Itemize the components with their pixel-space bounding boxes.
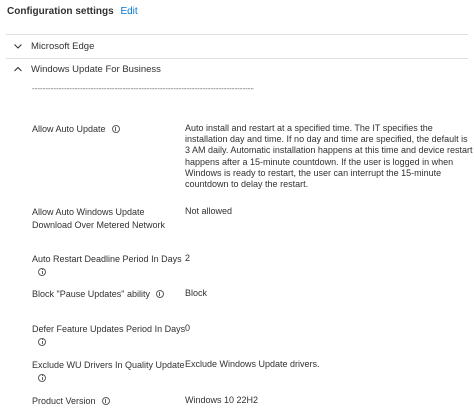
section-windows-update-for-business[interactable]: Windows Update For Business — [14, 64, 161, 75]
setting-value: Exclude Windows Update drivers. — [185, 359, 320, 369]
setting-value: Windows 10 22H2 — [185, 395, 259, 405]
setting-value: Auto install and restart at a specified … — [185, 123, 473, 190]
setting-value: 0 — [185, 323, 191, 333]
setting-value: Block — [185, 288, 208, 298]
page-title: Configuration settings — [7, 6, 114, 17]
setting-label: Product Version — [32, 395, 192, 408]
chevron-up-icon — [14, 66, 22, 73]
setting-label: Allow Auto Windows Update Download Over … — [32, 207, 166, 230]
divider — [6, 58, 468, 59]
section-label: Microsoft Edge — [31, 41, 95, 52]
setting-label: Block "Pause Updates" ability — [32, 288, 192, 301]
info-icon[interactable] — [111, 125, 120, 133]
configuration-settings-header: Configuration settings Edit — [7, 6, 138, 17]
setting-label: Defer Feature Updates Period In Days — [32, 323, 192, 348]
section-microsoft-edge[interactable]: Microsoft Edge — [14, 41, 94, 52]
setting-label: Allow Auto Update — [32, 123, 180, 136]
section-label: Windows Update For Business — [31, 64, 161, 75]
divider — [6, 34, 468, 35]
chevron-down-icon — [14, 43, 22, 50]
setting-label: Exclude WU Drivers In Quality Update — [32, 359, 192, 384]
info-icon[interactable] — [155, 290, 164, 298]
setting-value: Not allowed — [185, 206, 233, 216]
info-icon[interactable] — [38, 337, 46, 346]
dashed-separator: ----------------------------------------… — [32, 84, 254, 93]
edit-link[interactable]: Edit — [120, 6, 137, 17]
setting-label: Auto Restart Deadline Period In Days — [32, 253, 192, 278]
info-icon[interactable] — [38, 267, 46, 276]
setting-value: 2 — [185, 253, 191, 263]
info-icon[interactable] — [101, 397, 110, 405]
info-icon[interactable] — [38, 373, 46, 382]
